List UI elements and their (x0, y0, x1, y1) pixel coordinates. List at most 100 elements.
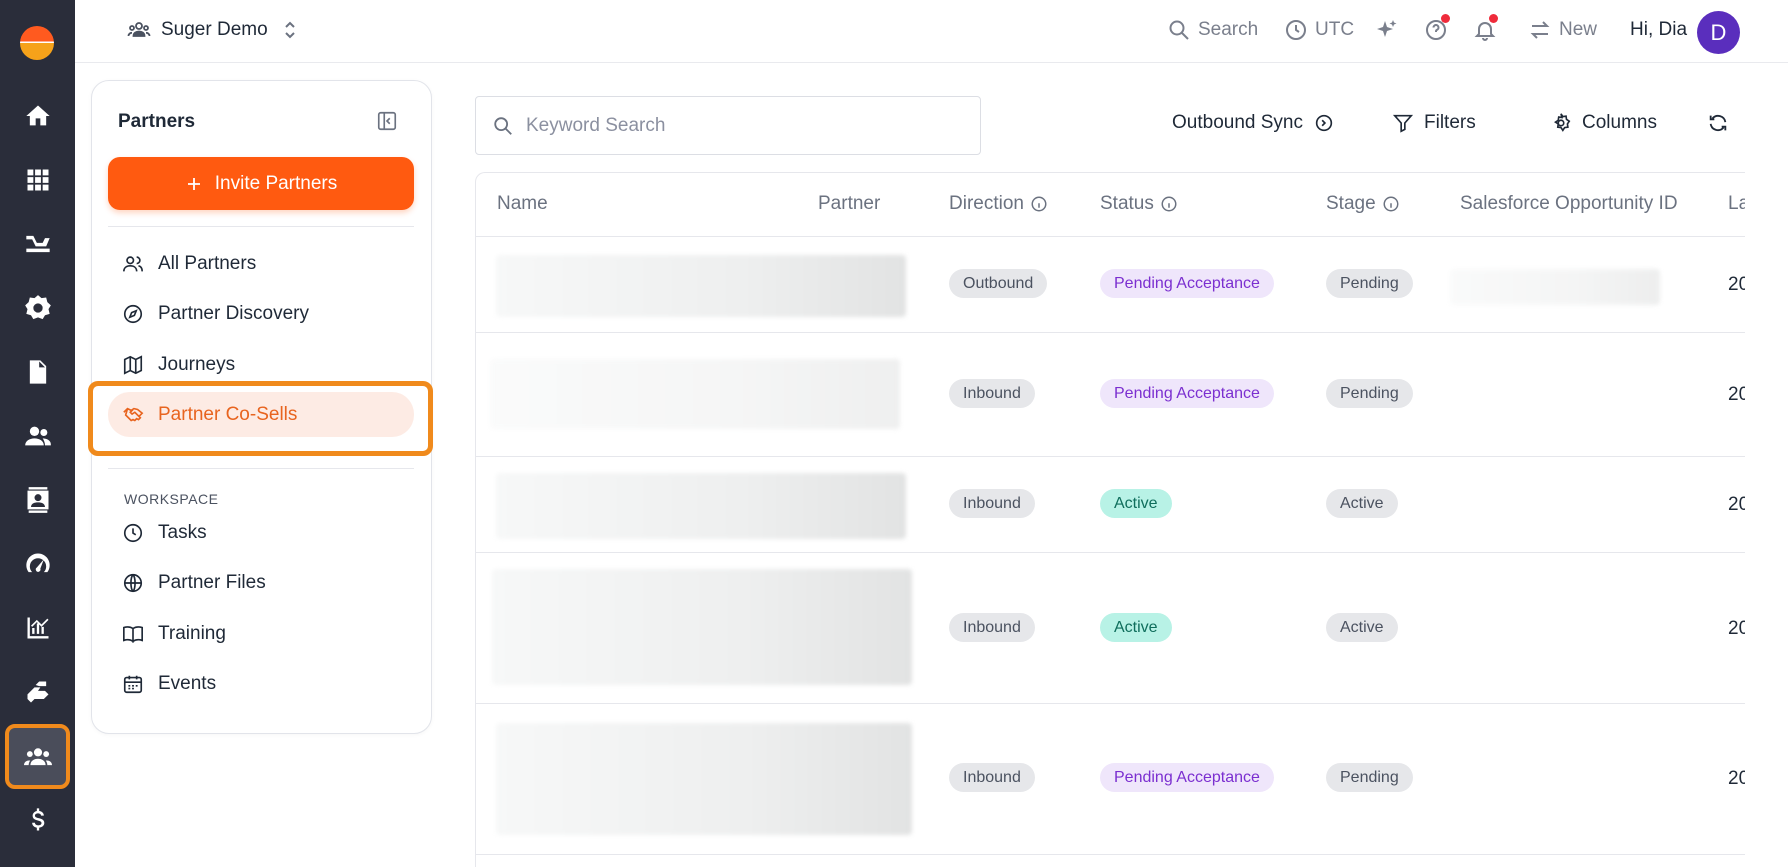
info-icon[interactable] (1382, 195, 1400, 213)
gear-icon (1554, 113, 1571, 132)
integrations-icon[interactable] (0, 660, 75, 724)
global-search-button[interactable]: Search (1167, 18, 1258, 42)
search-icon (494, 116, 512, 135)
nav-label: Partner Files (158, 571, 266, 593)
column-header-label: Salesforce Opportunity ID (1460, 193, 1678, 214)
last-cell: 20 (1728, 768, 1745, 789)
status-badge: Pending Acceptance (1100, 763, 1274, 792)
ai-assistant-button[interactable] (1375, 18, 1399, 42)
nav-label: Training (158, 622, 226, 644)
info-icon[interactable] (1160, 195, 1178, 213)
column-header-label: Partner (818, 193, 881, 214)
row-divider (476, 456, 1745, 457)
app-logo[interactable] (20, 26, 54, 60)
column-header-name[interactable]: Name (497, 193, 548, 215)
notifications-button[interactable] (1473, 14, 1498, 42)
home-icon[interactable] (0, 84, 75, 148)
stage-badge: Pending (1326, 763, 1413, 792)
column-header-label: La (1728, 193, 1745, 214)
nav-label: Tasks (158, 521, 207, 543)
nav-item-all-partners[interactable]: All Partners (108, 241, 414, 286)
last-cell: 20 (1728, 384, 1745, 405)
help-button[interactable] (1424, 14, 1450, 42)
gauge-icon[interactable] (0, 532, 75, 596)
contact-card-icon[interactable] (0, 468, 75, 532)
stage-badge: Pending (1326, 379, 1413, 408)
apps-icon[interactable] (0, 148, 75, 212)
direction-badge: Inbound (949, 613, 1035, 642)
columns-label: Columns (1582, 112, 1657, 133)
active-nav-highlight (88, 381, 433, 456)
filters-label: Filters (1424, 112, 1476, 133)
status-badge: Active (1100, 489, 1172, 518)
status-badge: Pending Acceptance (1100, 269, 1274, 298)
chevron-up-down-icon (284, 21, 295, 39)
sparkles-icon (1377, 20, 1397, 37)
column-header-partner[interactable]: Partner (818, 193, 880, 215)
stage-badge: Active (1326, 489, 1398, 518)
column-header-label: Direction (949, 193, 1024, 214)
columns-button[interactable]: Columns (1550, 112, 1657, 134)
top-bar: Suger Demo Search UTC New Hi, Dia D (75, 0, 1788, 63)
workspace-switcher[interactable]: Suger Demo (127, 18, 302, 42)
refresh-icon (1709, 114, 1727, 132)
column-header-label: Stage (1326, 193, 1376, 214)
calendar-icon (123, 675, 143, 693)
workspace-name: Suger Demo (161, 19, 268, 40)
collapse-sidebar-icon[interactable] (376, 110, 398, 132)
invite-partners-label: Invite Partners (214, 172, 338, 194)
compass-icon (123, 304, 143, 323)
nav-label: Events (158, 672, 217, 694)
outbound-sync-label: Outbound Sync (1172, 112, 1303, 133)
timezone-label: UTC (1315, 19, 1355, 40)
left-rail (0, 0, 75, 867)
column-header-label: Status (1100, 193, 1154, 214)
redacted-name-cell (490, 359, 900, 429)
analytics-icon[interactable] (0, 596, 75, 660)
refresh-button[interactable] (1707, 112, 1729, 134)
outbound-sync-button[interactable]: Outbound Sync (1172, 112, 1335, 134)
nav-label: All Partners (158, 252, 257, 274)
panel-title: Partners (118, 111, 196, 132)
clock-icon (123, 523, 143, 542)
arrows-swap-icon (1530, 21, 1550, 39)
redacted-opportunity-id (1450, 269, 1660, 305)
column-header-salesforce-opportunity-id[interactable]: Salesforce Opportunity ID (1460, 193, 1678, 215)
stage-badge: Pending (1326, 269, 1413, 298)
info-icon[interactable] (1030, 195, 1048, 213)
partners-icon[interactable] (5, 724, 70, 789)
nav-item-tasks[interactable]: Tasks (108, 510, 414, 555)
new-button[interactable]: New (1528, 18, 1597, 42)
stage-badge: Active (1326, 613, 1398, 642)
nav-item-events[interactable]: Events (108, 661, 414, 706)
avatar[interactable]: D (1697, 11, 1740, 54)
filters-button[interactable]: Filters (1392, 112, 1476, 134)
redacted-name-cell (496, 723, 912, 835)
status-badge: Active (1100, 613, 1172, 642)
globe-icon (123, 573, 143, 592)
nav-item-partner-files[interactable]: Partner Files (108, 560, 414, 605)
header-divider (476, 236, 1745, 237)
column-header-status[interactable]: Status (1100, 193, 1178, 215)
nav-item-partner-discovery[interactable]: Partner Discovery (108, 291, 414, 336)
co-sells-table: Name Partner Direction Status Stage Sale… (475, 172, 1745, 867)
keyword-search[interactable] (475, 96, 981, 155)
row-divider (476, 703, 1745, 704)
settings-icon[interactable] (0, 276, 75, 340)
dollar-icon[interactable] (0, 788, 75, 852)
people-icon[interactable] (0, 404, 75, 468)
offers-icon[interactable] (0, 212, 75, 276)
column-header-direction[interactable]: Direction (949, 193, 1048, 215)
column-header-label: Name (497, 193, 548, 214)
redacted-name-cell (492, 569, 912, 685)
sync-icon (1315, 114, 1333, 132)
document-icon[interactable] (0, 340, 75, 404)
keyword-search-input[interactable] (526, 114, 946, 137)
nav-item-training[interactable]: Training (108, 611, 414, 656)
filter-icon (1392, 114, 1414, 133)
timezone-button[interactable]: UTC (1284, 18, 1354, 42)
last-cell: 20 (1728, 494, 1745, 515)
invite-partners-button[interactable]: Invite Partners (108, 157, 414, 210)
column-header-last[interactable]: La (1728, 193, 1745, 215)
column-header-stage[interactable]: Stage (1326, 193, 1400, 215)
